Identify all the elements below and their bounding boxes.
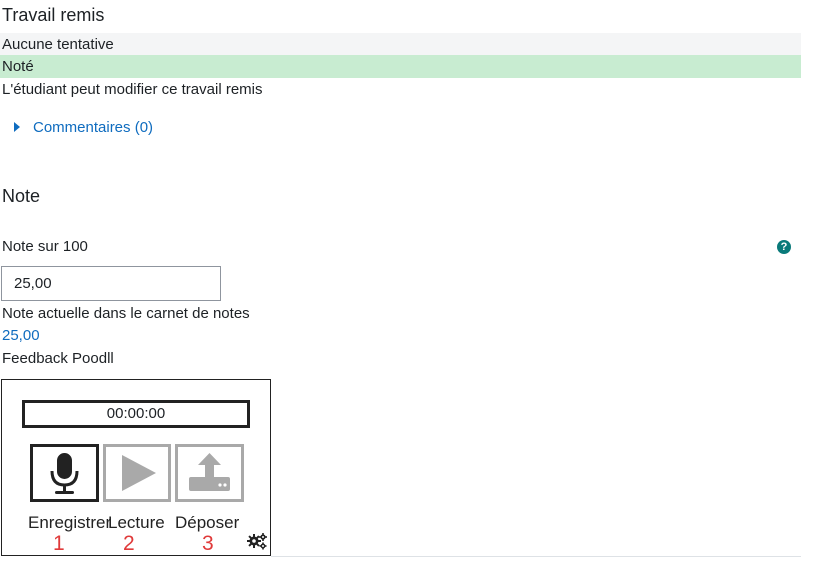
caret-right-icon: [14, 122, 20, 132]
play-icon: [122, 455, 156, 491]
record-button[interactable]: [30, 444, 99, 502]
record-label: Enregistrer: [28, 513, 112, 532]
grading-status-row: Noté: [0, 55, 801, 78]
grading-status-text: Noté: [2, 58, 34, 75]
step-number-3: 3: [202, 532, 214, 555]
upload-label: Déposer: [175, 513, 240, 532]
help-icon[interactable]: ?: [777, 240, 791, 254]
recording-timer: 00:00:00: [22, 400, 250, 428]
attempt-status-text: Aucune tentative: [2, 36, 114, 53]
section-divider: [271, 556, 801, 557]
grade-label: Note sur 100: [2, 238, 88, 255]
attempt-status-row: Aucune tentative: [0, 33, 801, 56]
grade-heading: Note: [2, 186, 41, 206]
step-number-2: 2: [123, 532, 135, 555]
poodll-recorder: 00:00:00 Enregistrer Lecture Déposer 1 2…: [1, 379, 271, 556]
step-number-1: 1: [53, 532, 65, 555]
current-grade-value: 25,00: [2, 327, 40, 344]
upload-button[interactable]: [175, 444, 244, 502]
feedback-label: Feedback Poodll: [2, 350, 114, 367]
edit-permission-row: L'étudiant peut modifier ce travail remi…: [0, 78, 801, 101]
play-button[interactable]: [103, 444, 171, 502]
edit-permission-text: L'étudiant peut modifier ce travail remi…: [2, 81, 263, 98]
submission-heading: Travail remis: [2, 5, 105, 25]
grade-input[interactable]: [1, 266, 221, 301]
play-label: Lecture: [108, 513, 165, 532]
upload-icon: [189, 453, 230, 491]
gears-icon[interactable]: [247, 532, 268, 550]
comments-link[interactable]: Commentaires (0): [33, 119, 153, 136]
current-grade-label: Note actuelle dans le carnet de notes: [2, 305, 250, 322]
microphone-icon: [50, 453, 79, 494]
